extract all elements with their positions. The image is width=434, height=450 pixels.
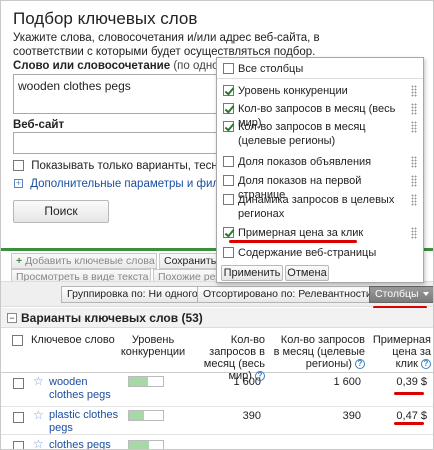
cpc-value: 0,47 $	[396, 410, 427, 422]
column-checkbox[interactable]	[223, 103, 234, 114]
all-columns-label: Все столбцы	[238, 63, 304, 75]
competition-bar	[128, 376, 164, 387]
all-columns-checkbox[interactable]	[223, 63, 234, 74]
help-icon[interactable]: ?	[421, 359, 431, 370]
add-keywords-button[interactable]: + Добавить ключевые слова	[11, 253, 157, 269]
columns-dropdown[interactable]: Столбцы	[369, 286, 433, 303]
table-row: ☆ clothes pegs	[1, 436, 433, 449]
expand-plus-icon: +	[14, 178, 23, 189]
column-label: Примерная цена за клик	[238, 227, 364, 239]
cpc-value: 0,39 $	[396, 376, 427, 388]
chevron-down-icon	[422, 292, 429, 297]
column-label: Доля показов объявления	[238, 156, 372, 168]
global-searches-value: 1 600	[233, 376, 261, 388]
close-variants-label: Показывать только варианты, тесно свя	[31, 160, 246, 172]
column-checkbox[interactable]	[223, 175, 234, 186]
keyword-tool-window: Подбор ключевых слов Укажите слова, слов…	[0, 0, 434, 450]
local-searches-value: 1 600	[333, 376, 361, 388]
cancel-button[interactable]: Отмена	[285, 265, 329, 281]
add-keywords-label: Добавить ключевые слова	[25, 255, 155, 267]
sort-label: Отсортировано по: Релевантности	[203, 288, 372, 300]
table-row: ☆ plastic clothes pegs 390 390 0,47 $	[1, 407, 433, 435]
keyword-link[interactable]: wooden clothes pegs	[49, 376, 119, 402]
results-table-header: Ключевое слово Уровень конкуренции Кол-в…	[1, 329, 433, 382]
local-searches-value: 390	[342, 410, 361, 422]
columns-label: Столбцы	[375, 288, 419, 300]
drag-handle-icon[interactable]	[411, 156, 417, 168]
advanced-options-link[interactable]: + Дополнительные параметры и фильтры	[14, 178, 244, 190]
drag-handle-icon[interactable]	[411, 227, 417, 239]
column-checkbox[interactable]	[223, 85, 234, 96]
column-checkbox[interactable]	[223, 156, 234, 167]
column-label: Динамика запросов в целевых регионах	[238, 194, 395, 220]
grouping-label: Группировка по: Ни одного	[67, 288, 198, 300]
row-checkbox[interactable]	[13, 440, 24, 449]
star-icon[interactable]: ☆	[33, 408, 44, 422]
row-checkbox[interactable]	[13, 411, 24, 423]
column-label: Содержание веб-страницы	[238, 247, 377, 259]
page-description: Укажите слова, словосочетания и/или адре…	[13, 32, 320, 58]
keyword-link[interactable]: plastic clothes pegs	[49, 409, 119, 435]
header-competition[interactable]: Уровень конкуренции	[119, 334, 187, 358]
keyword-link[interactable]: clothes pegs	[49, 439, 129, 449]
results-toolbar: Группировка по: Ни одного Отсортировано …	[1, 281, 433, 307]
drag-handle-icon[interactable]	[411, 103, 417, 115]
drag-handle-icon[interactable]	[411, 194, 417, 206]
column-label: Кол-во запросов в месяц (целевые регионы…	[238, 121, 366, 147]
apply-button[interactable]: Применить	[221, 265, 283, 281]
header-keyword[interactable]: Ключевое слово	[31, 334, 121, 346]
column-checkbox[interactable]	[223, 121, 234, 132]
cpc-highlight-underline	[394, 392, 424, 395]
column-checkbox[interactable]	[223, 247, 234, 258]
keyword-variants-section: − Варианты ключевых слов (53)	[1, 308, 433, 328]
select-all-checkbox[interactable]	[12, 334, 23, 346]
competition-bar	[128, 440, 164, 449]
header-local-searches[interactable]: Кол-во запросов в месяц (целевые регионы…	[273, 334, 365, 370]
popup-divider	[217, 78, 423, 79]
website-input[interactable]	[13, 132, 223, 154]
competition-fill	[129, 411, 145, 420]
star-icon[interactable]: ☆	[33, 374, 44, 388]
global-searches-value: 390	[242, 410, 261, 422]
competition-bar	[128, 410, 164, 421]
grouping-dropdown[interactable]: Группировка по: Ни одного	[61, 286, 214, 303]
row-checkbox[interactable]	[13, 377, 24, 389]
header-local-label: Кол-во запросов в месяц (целевые регионы…	[273, 334, 365, 370]
advanced-options-label: Дополнительные параметры и фильтры	[30, 178, 245, 190]
competition-fill	[129, 441, 150, 449]
help-icon[interactable]: ?	[355, 359, 365, 370]
collapse-icon[interactable]: −	[7, 313, 17, 323]
save-to-button[interactable]: Сохранить в	[159, 253, 217, 269]
competition-fill	[129, 377, 148, 386]
table-row: ☆ wooden clothes pegs 1 600 1 600 0,39 $	[1, 373, 433, 407]
keyword-input[interactable]: wooden clothes pegs	[13, 74, 223, 114]
close-variants-row[interactable]: Показывать только варианты, тесно свя	[13, 160, 245, 172]
drag-handle-icon[interactable]	[411, 85, 417, 97]
cpc-highlight-underline	[394, 422, 424, 425]
header-cpc[interactable]: Примерная цена за клик ?	[371, 334, 431, 370]
close-variants-checkbox[interactable]	[13, 160, 24, 172]
columns-popup: Все столбцы Уровень конкуренции Кол-во з…	[216, 57, 424, 283]
column-label: Уровень конкуренции	[238, 85, 348, 97]
section-title: Варианты ключевых слов (53)	[21, 311, 203, 325]
drag-handle-icon[interactable]	[411, 175, 417, 187]
drag-handle-icon[interactable]	[411, 121, 417, 133]
sort-dropdown[interactable]: Отсортировано по: Релевантности	[197, 286, 388, 303]
star-icon[interactable]: ☆	[33, 437, 44, 449]
keyword-label-text: Слово или словосочетание	[13, 60, 171, 72]
keyword-input-value: wooden clothes pegs	[18, 79, 131, 93]
column-checkbox[interactable]	[223, 194, 234, 205]
search-button[interactable]: Поиск	[13, 200, 109, 223]
website-field-label: Веб-сайт	[13, 119, 65, 131]
cpc-option-highlight	[229, 240, 357, 243]
column-checkbox[interactable]	[223, 227, 234, 238]
page-title: Подбор ключевых слов	[13, 9, 198, 28]
plus-icon: +	[16, 255, 23, 267]
